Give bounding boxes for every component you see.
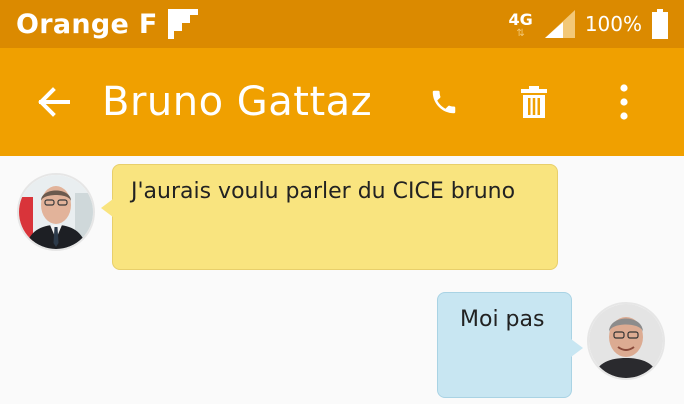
outgoing-message-bubble[interactable]: Moi pas xyxy=(437,292,583,398)
back-arrow-icon xyxy=(38,87,70,117)
sender-avatar[interactable] xyxy=(17,173,95,251)
battery-icon xyxy=(652,9,668,39)
message-thread[interactable]: J'aurais voulu parler du CICE bruno Moi … xyxy=(0,156,684,404)
delete-button[interactable] xyxy=(504,72,564,132)
carrier-logo-icon xyxy=(167,9,198,39)
more-vert-icon xyxy=(620,84,628,120)
network-indicator: 4G ⇅ xyxy=(509,10,533,39)
conversation-app-bar: Bruno Gattaz xyxy=(0,48,684,156)
sender-portrait-icon xyxy=(19,175,93,249)
action-buttons xyxy=(414,72,684,132)
message-text: Moi pas xyxy=(460,307,545,332)
incoming-message-bubble[interactable]: J'aurais voulu parler du CICE bruno xyxy=(101,164,558,270)
message-text: J'aurais voulu parler du CICE bruno xyxy=(131,179,516,204)
battery-percentage: 100% xyxy=(584,12,642,36)
signal-strength-icon xyxy=(544,10,575,38)
trash-icon xyxy=(521,86,547,118)
call-button[interactable] xyxy=(414,72,474,132)
back-button[interactable] xyxy=(24,72,84,132)
contact-name: Bruno Gattaz xyxy=(102,79,373,125)
more-options-button[interactable] xyxy=(594,72,654,132)
own-portrait-icon xyxy=(589,304,663,378)
network-type: 4G xyxy=(508,9,533,29)
status-bar: Orange F 4G ⇅ 100% xyxy=(0,0,684,48)
data-activity-icon: ⇅ xyxy=(516,27,525,39)
carrier-name: Orange F xyxy=(16,8,158,40)
status-indicators: 4G ⇅ 100% xyxy=(509,9,668,39)
phone-icon xyxy=(432,90,456,114)
own-avatar[interactable] xyxy=(587,302,665,380)
